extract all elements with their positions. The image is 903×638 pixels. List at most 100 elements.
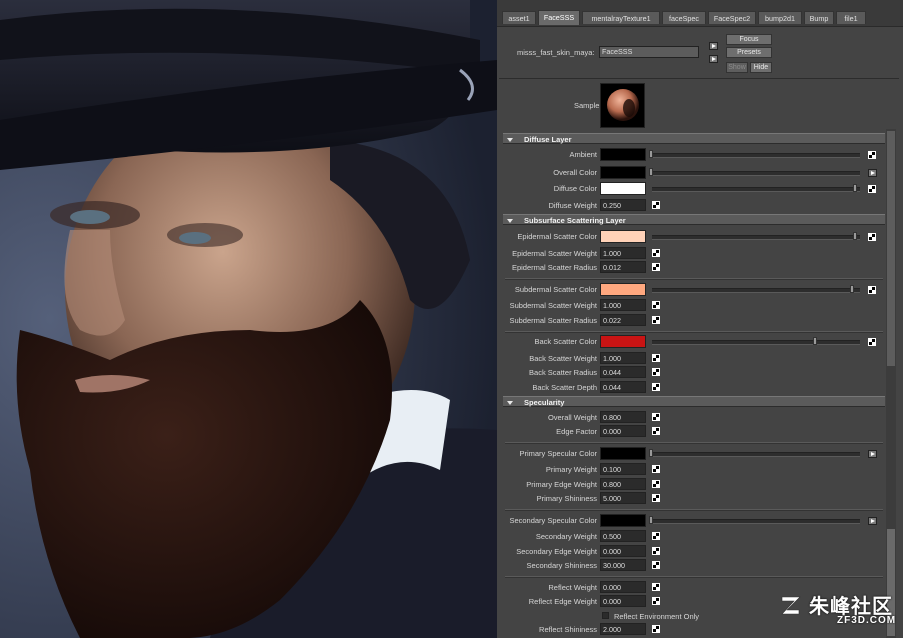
overall-color-swatch[interactable] [600,166,646,179]
epidermal-scatter-radius-field[interactable]: 0.012 [600,261,646,273]
subdermal-scatter-radius-label: Subdermal Scatter Radius [509,316,597,325]
diffuse-color-slider[interactable] [652,187,860,192]
overall-color-slider[interactable] [652,171,860,176]
ambient-label: Ambient [569,150,597,159]
diffuse-color-swatch[interactable] [600,182,646,195]
back-scatter-weight-field[interactable]: 1.000 [600,352,646,364]
primary-specular-color-swatch[interactable] [600,447,646,460]
tab-bump2d1[interactable]: bump2d1 [758,11,802,24]
secondary-specular-color-slider[interactable] [652,519,860,524]
show-button[interactable]: Show [726,62,748,73]
back-scatter-depth-checker-icon[interactable] [652,383,660,391]
epidermal-scatter-radius-checker-icon[interactable] [652,263,660,271]
overall-weight-checker-icon[interactable] [652,413,660,421]
overall-color-slider-handle[interactable] [649,168,653,176]
ambient-slider-handle[interactable] [649,150,653,158]
back-scatter-color-checker-icon[interactable] [868,338,876,346]
watermark-subtext: ZF3D.COM [837,615,897,626]
diffuse-weight-field[interactable]: 0.250 [600,199,646,211]
secondary-edge-weight-checker-icon[interactable] [652,547,660,555]
secondary-specular-color-swatch[interactable] [600,514,646,527]
diffuse-color-slider-handle[interactable] [853,184,857,192]
secondary-specular-color-map-button[interactable] [868,517,877,525]
diffuse-weight-checker-icon[interactable] [652,201,660,209]
reflect-weight-checker-icon[interactable] [652,583,660,591]
collapse-arrow-icon[interactable] [507,401,513,405]
diffuse-color-checker-icon[interactable] [868,185,876,193]
ambient-slider[interactable] [652,153,860,158]
reflect-weight-field[interactable]: 0.000 [600,581,646,593]
back-scatter-radius-checker-icon[interactable] [652,368,660,376]
subdermal-scatter-color-swatch[interactable] [600,283,646,296]
primary-specular-color-slider[interactable] [652,452,860,457]
secondary-shininess-field[interactable]: 30.000 [600,559,646,571]
secondary-specular-color-slider-handle[interactable] [649,516,653,524]
subdermal-scatter-weight-checker-icon[interactable] [652,301,660,309]
tab-asset1[interactable]: asset1 [502,11,536,24]
primary-edge-weight-field[interactable]: 0.800 [600,478,646,490]
reflect-shininess-checker-icon[interactable] [652,625,660,633]
epidermal-scatter-weight-checker-icon[interactable] [652,249,660,257]
primary-edge-weight-checker-icon[interactable] [652,480,660,488]
subsurface-scattering-layer-section-header[interactable]: Subsurface Scattering Layer [503,214,885,225]
primary-shininess-checker-icon[interactable] [652,494,660,502]
output-connection-icon[interactable] [709,55,718,63]
attribute-scrollbar[interactable] [886,129,896,638]
focus-button[interactable]: Focus [726,34,772,45]
secondary-weight-checker-icon[interactable] [652,532,660,540]
back-scatter-color-label: Back Scatter Color [534,337,597,346]
tab-facesss[interactable]: FaceSSS [538,10,580,25]
subdermal-scatter-radius-field[interactable]: 0.022 [600,314,646,326]
back-scatter-color-slider[interactable] [652,340,860,345]
subdermal-scatter-color-slider[interactable] [652,288,860,293]
node-name-field[interactable]: FaceSSS [599,46,699,58]
epidermal-scatter-color-swatch[interactable] [600,230,646,243]
back-scatter-color-slider-handle[interactable] [813,337,817,345]
secondary-edge-weight-field[interactable]: 0.000 [600,545,646,557]
tab-facespec2[interactable]: FaceSpec2 [708,11,756,24]
secondary-weight-field[interactable]: 0.500 [600,530,646,542]
subdermal-scatter-color-slider-handle[interactable] [850,285,854,293]
reflect-shininess-field[interactable]: 2.000 [600,623,646,635]
subdermal-scatter-color-checker-icon[interactable] [868,286,876,294]
ambient-checker-icon[interactable] [868,151,876,159]
overall-weight-field[interactable]: 0.800 [600,411,646,423]
primary-specular-color-slider-handle[interactable] [649,449,653,457]
tab-mentalraytexture1[interactable]: mentalrayTexture1 [582,11,660,24]
scrollbar-track-upper[interactable] [887,131,895,366]
secondary-shininess-checker-icon[interactable] [652,561,660,569]
subdermal-scatter-radius-checker-icon[interactable] [652,316,660,324]
presets-button[interactable]: Presets [726,47,772,58]
input-connection-icon[interactable] [709,42,718,50]
epidermal-scatter-weight-field[interactable]: 1.000 [600,247,646,259]
primary-specular-color-map-button[interactable] [868,450,877,458]
epidermal-scatter-color-slider-handle[interactable] [853,232,857,240]
back-scatter-color-swatch[interactable] [600,335,646,348]
primary-weight-field[interactable]: 0.100 [600,463,646,475]
back-scatter-radius-field[interactable]: 0.044 [600,366,646,378]
secondary-specular-color-label: Secondary Specular Color [509,516,597,525]
back-scatter-weight-checker-icon[interactable] [652,354,660,362]
ambient-swatch[interactable] [600,148,646,161]
tab-facespec[interactable]: faceSpec [662,11,706,24]
diffuse-layer-section-header[interactable]: Diffuse Layer [503,133,885,144]
primary-weight-checker-icon[interactable] [652,465,660,473]
hide-button[interactable]: Hide [750,62,772,73]
epidermal-scatter-color-checker-icon[interactable] [868,233,876,241]
primary-shininess-field[interactable]: 5.000 [600,492,646,504]
reflect-edge-weight-checker-icon[interactable] [652,597,660,605]
edge-factor-field[interactable]: 0.000 [600,425,646,437]
specularity-section-header[interactable]: Specularity [503,396,885,407]
material-sample-swatch [600,83,645,128]
subdermal-scatter-weight-field[interactable]: 1.000 [600,299,646,311]
reflect-edge-weight-field[interactable]: 0.000 [600,595,646,607]
tab-file1[interactable]: file1 [836,11,866,24]
back-scatter-depth-field[interactable]: 0.044 [600,381,646,393]
overall-color-map-button[interactable] [868,169,877,177]
collapse-arrow-icon[interactable] [507,138,513,142]
tab-bump[interactable]: Bump [804,11,834,24]
edge-factor-checker-icon[interactable] [652,427,660,435]
collapse-arrow-icon[interactable] [507,219,513,223]
reflect-env-only-checkbox[interactable] [602,612,609,619]
epidermal-scatter-color-slider[interactable] [652,235,860,240]
